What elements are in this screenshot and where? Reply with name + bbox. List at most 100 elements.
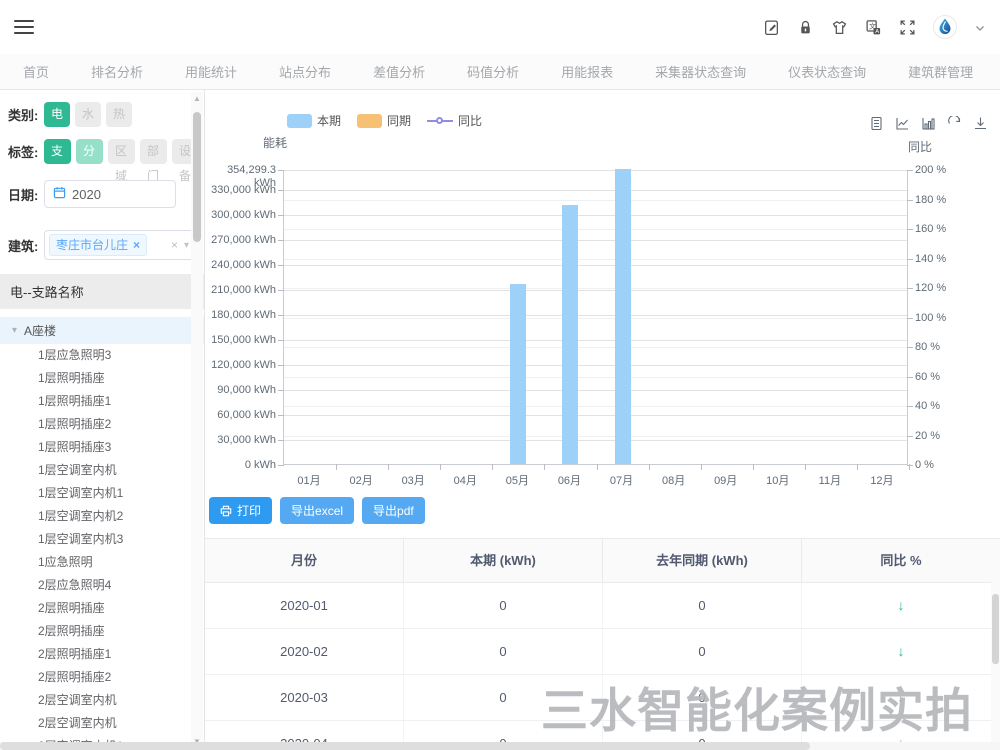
tree-item[interactable]: 2层照明插座2: [0, 666, 204, 689]
horizontal-scrollbar-thumb[interactable]: [0, 742, 810, 750]
nav-tab[interactable]: 码值分析: [446, 54, 540, 89]
scroll-up-icon[interactable]: ▲: [191, 94, 203, 103]
tick-mark: [907, 229, 913, 230]
edit-note-icon[interactable]: [763, 19, 780, 36]
y-axis-right-tick-label: 0 %: [915, 459, 975, 472]
tree-item[interactable]: 1层照明插座: [0, 367, 204, 390]
building-tag-label: 枣庄市台儿庄: [56, 235, 128, 255]
nav-tab[interactable]: 仪表状态查询: [767, 54, 887, 89]
tree-item[interactable]: 1层空调室内机3: [0, 528, 204, 551]
download-icon[interactable]: [973, 116, 988, 131]
gridline-right: [284, 200, 907, 201]
gridline-right: [284, 347, 907, 348]
tree-item[interactable]: 1层照明插座3: [0, 436, 204, 459]
tag-option[interactable]: 分项: [76, 139, 103, 164]
legend-item-previous[interactable]: 同期: [357, 112, 411, 129]
tree-root-node[interactable]: ▾ A座楼: [0, 317, 204, 344]
y-axis-right-tick-label: 140 %: [915, 253, 975, 266]
tree-item[interactable]: 2层照明插座: [0, 597, 204, 620]
menu-toggle-icon[interactable]: [14, 20, 34, 34]
sidebar-scrollbar[interactable]: ▲ ▼: [191, 92, 203, 748]
y-axis-left-tick-label: 300,000 kWh: [205, 209, 276, 222]
table-scrollbar[interactable]: [991, 582, 1000, 750]
nav-tab[interactable]: 排名分析: [70, 54, 164, 89]
date-input[interactable]: 2020: [44, 180, 176, 208]
tree-item[interactable]: 1层空调室内机1: [0, 482, 204, 505]
scrollbar-thumb[interactable]: [193, 112, 201, 242]
theme-shirt-icon[interactable]: [831, 19, 848, 36]
nav-tab[interactable]: 用能统计: [164, 54, 258, 89]
export-pdf-button[interactable]: 导出pdf: [362, 497, 425, 524]
category-option[interactable]: 热: [106, 102, 132, 127]
tree-item[interactable]: 1层照明插座2: [0, 413, 204, 436]
lock-icon[interactable]: [797, 19, 814, 36]
tick-mark: [544, 464, 545, 470]
tree-expand-caret-icon[interactable]: ▾: [12, 325, 17, 336]
x-axis-tick-label: 11月: [804, 472, 856, 488]
gridline-right: [284, 436, 907, 437]
tick-mark: [278, 290, 284, 291]
chevron-down-icon[interactable]: [974, 21, 986, 33]
y-axis-left: 354,299.3 kWh330,000 kWh300,000 kWh270,0…: [205, 170, 276, 465]
nav-tab[interactable]: 站点分布: [258, 54, 352, 89]
select-clear-icon[interactable]: ×: [171, 238, 178, 252]
data-view-icon[interactable]: [869, 116, 884, 131]
bar-07月[interactable]: [615, 169, 631, 464]
horizontal-scrollbar[interactable]: [0, 742, 1000, 750]
tree-item[interactable]: 1层空调室内机2: [0, 505, 204, 528]
tree-item[interactable]: 2层照明插座: [0, 620, 204, 643]
legend-item-current[interactable]: 本期: [287, 112, 341, 129]
y-axis-right-title: 同比: [908, 138, 932, 155]
category-option[interactable]: 水: [75, 102, 101, 127]
bar-chart-icon[interactable]: [921, 116, 936, 131]
nav-tab[interactable]: 首页: [2, 54, 70, 89]
tree-item[interactable]: 2层照明插座1: [0, 643, 204, 666]
nav-tab[interactable]: 建筑群管理: [887, 54, 994, 89]
cell-yoy-down-arrow: ↓: [802, 675, 1000, 720]
nav-tab[interactable]: 差值分析: [352, 54, 446, 89]
tick-mark: [278, 170, 284, 171]
tree-item[interactable]: 2层空调室内机: [0, 712, 204, 735]
select-caret-icon[interactable]: ▾: [184, 240, 189, 251]
nav-tab[interactable]: 采集器状态查询: [634, 54, 767, 89]
tick-mark: [907, 288, 913, 289]
tree-item[interactable]: 1应急照明: [0, 551, 204, 574]
tick-mark: [440, 464, 441, 470]
nav-tab-label: 采集器状态查询: [655, 62, 746, 81]
export-excel-button[interactable]: 导出excel: [280, 497, 354, 524]
tree-item[interactable]: 2层应急照明4: [0, 574, 204, 597]
cell-current: 0: [404, 629, 603, 674]
language-icon[interactable]: 文A: [865, 19, 882, 36]
tree-item[interactable]: 1层空调室内机: [0, 459, 204, 482]
nav-tab-label: 码值分析: [467, 62, 519, 81]
print-button[interactable]: 打印: [209, 497, 272, 524]
tag-option[interactable]: 支路: [44, 139, 71, 164]
tree-item[interactable]: 1层照明插座1: [0, 390, 204, 413]
category-option[interactable]: 电: [44, 102, 70, 127]
building-select[interactable]: 枣庄市台儿庄 × × ▾: [44, 230, 196, 260]
tick-mark: [278, 390, 284, 391]
refresh-icon[interactable]: [947, 116, 962, 131]
tag-option[interactable]: 区域: [108, 139, 135, 164]
fullscreen-icon[interactable]: [899, 19, 916, 36]
tag-remove-icon[interactable]: ×: [133, 235, 140, 255]
legend-label-previous: 同期: [387, 112, 411, 129]
col-header-yoy: 同比 %: [802, 539, 1000, 582]
tick-mark: [278, 415, 284, 416]
tree-item[interactable]: 1层应急照明3: [0, 344, 204, 367]
x-axis-tick-label: 06月: [543, 472, 595, 488]
bar-06月[interactable]: [562, 205, 578, 464]
legend-item-yoy[interactable]: 同比: [427, 112, 482, 129]
cell-yoy-down-arrow: ↓: [802, 583, 1000, 628]
date-filter-row: 日期: 2020: [8, 180, 204, 208]
cell-current: 0: [404, 675, 603, 720]
bar-05月[interactable]: [510, 284, 526, 464]
x-axis-tick-label: 03月: [387, 472, 439, 488]
col-header-month: 月份: [205, 539, 404, 582]
line-chart-icon[interactable]: [895, 116, 910, 131]
tag-option[interactable]: 部门: [140, 139, 167, 164]
table-scrollbar-thumb[interactable]: [992, 594, 999, 664]
tree-item[interactable]: 2层空调室内机: [0, 689, 204, 712]
nav-tab[interactable]: 历史数据: [994, 54, 1000, 89]
nav-tab[interactable]: 用能报表: [540, 54, 634, 89]
